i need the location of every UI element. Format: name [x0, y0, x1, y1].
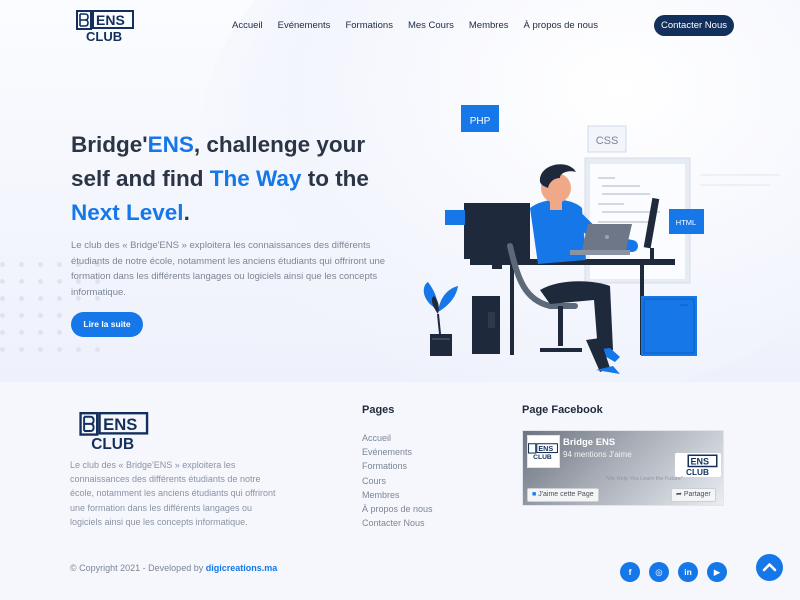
- footer-page-link[interactable]: Evénements: [362, 445, 433, 459]
- dot: [57, 330, 62, 335]
- logo-mark-icon: ENS CLUB: [528, 443, 558, 461]
- footer-page-link[interactable]: Membres: [362, 488, 433, 502]
- dot: [0, 347, 5, 352]
- contact-button[interactable]: Contacter Nous: [654, 15, 734, 36]
- dot: [57, 296, 62, 301]
- footer-description: Le club des « Bridge'ENS » exploitera le…: [70, 460, 276, 527]
- developer-illustration: PHP CSS HTML: [423, 105, 780, 374]
- svg-text:CLUB: CLUB: [91, 436, 134, 450]
- facebook-icon[interactable]: f: [620, 562, 640, 582]
- dot: [57, 347, 62, 352]
- dot: [38, 279, 43, 284]
- dot: [0, 296, 5, 301]
- dot: [0, 330, 5, 335]
- facebook-page-widget[interactable]: ENS CLUB Bridge ENS 94 mentions J'aime E…: [522, 430, 724, 506]
- footer-page-link[interactable]: Accueil: [362, 431, 433, 445]
- svg-text:ENS: ENS: [538, 444, 553, 453]
- share-button-label: Partager: [683, 491, 711, 498]
- footer-page-link[interactable]: Cours: [362, 474, 433, 488]
- footer-logo[interactable]: ENS CLUB: [78, 412, 152, 453]
- svg-text:PHP: PHP: [470, 116, 491, 127]
- copyright-text: © Copyright 2021 - Developed by digicrea…: [70, 563, 278, 573]
- scroll-to-top-button[interactable]: [756, 554, 783, 581]
- dot: [38, 296, 43, 301]
- chevron-up-icon: [762, 563, 777, 572]
- pages-heading: Pages: [362, 404, 395, 416]
- svg-text:ENS: ENS: [103, 415, 137, 434]
- svg-text:CSS: CSS: [596, 135, 619, 147]
- footer-pages-list: Accueil Evénements Formations Cours Membres À…: [362, 431, 433, 530]
- nav-item-3[interactable]: Mes Cours: [408, 20, 454, 31]
- dot: [0, 279, 5, 284]
- dot: [19, 296, 24, 301]
- facebook-icon: ■: [532, 491, 537, 498]
- logo-mark-icon: ENS CLUB: [79, 412, 149, 453]
- dot: [38, 330, 43, 335]
- nav-item-0[interactable]: Accueil: [232, 20, 263, 31]
- dot: [19, 330, 24, 335]
- facebook-cover-logo: ENS CLUB: [675, 453, 721, 477]
- dot: [19, 262, 24, 267]
- dot: [0, 262, 5, 267]
- svg-text:CLUB: CLUB: [533, 454, 552, 461]
- facebook-page-name[interactable]: Bridge ENS: [563, 437, 615, 448]
- social-links: f ◎ in ▶: [620, 562, 727, 582]
- youtube-icon[interactable]: ▶: [707, 562, 727, 582]
- dot: [19, 347, 24, 352]
- logo-mark-icon: ENS CLUB: [686, 454, 718, 477]
- developer-link[interactable]: digicreations.ma: [206, 563, 278, 573]
- hero-description: Le club des « Bridge'ENS » exploitera le…: [71, 240, 386, 298]
- nav-item-2[interactable]: Formations: [345, 20, 393, 31]
- dot: [38, 313, 43, 318]
- footer-page-link[interactable]: Contacter Nous: [362, 516, 433, 530]
- linkedin-icon[interactable]: in: [678, 562, 698, 582]
- hero-illustration: PHP CSS HTML: [410, 100, 790, 380]
- share-icon: ➦: [676, 491, 682, 498]
- facebook-like-button[interactable]: ■ J'aime cette Page: [527, 488, 599, 502]
- svg-text:HTML: HTML: [676, 218, 696, 227]
- like-button-label: J'aime cette Page: [538, 491, 594, 498]
- dot: [76, 347, 81, 352]
- facebook-heading: Page Facebook: [522, 404, 603, 416]
- facebook-tagline: "We Help You Learn the Future": [605, 476, 683, 482]
- read-more-button[interactable]: Lire la suite: [71, 312, 143, 337]
- dot: [57, 262, 62, 267]
- footer-page-link[interactable]: Formations: [362, 459, 433, 473]
- facebook-page-avatar: ENS CLUB: [527, 435, 560, 468]
- dot: [57, 313, 62, 318]
- site-logo[interactable]: ENS CLUB: [76, 10, 136, 44]
- dot: [38, 347, 43, 352]
- instagram-icon[interactable]: ◎: [649, 562, 669, 582]
- dot: [95, 347, 100, 352]
- facebook-likes-count: 94 mentions J'aime: [563, 450, 632, 459]
- footer-page-link[interactable]: À propos de nous: [362, 502, 433, 516]
- svg-text:ENS: ENS: [96, 12, 125, 28]
- dot: [38, 262, 43, 267]
- main-nav: Accueil Evénements Formations Mes Cours Memb…: [232, 20, 598, 31]
- dot: [19, 313, 24, 318]
- hero-headline: Bridge'ENS, challenge your self and find…: [71, 132, 369, 225]
- svg-text:CLUB: CLUB: [686, 468, 709, 477]
- dot: [57, 279, 62, 284]
- nav-item-5[interactable]: À propos de nous: [523, 20, 597, 31]
- svg-text:CLUB: CLUB: [86, 29, 122, 42]
- facebook-share-button[interactable]: ➦ Partager: [671, 488, 716, 502]
- nav-item-4[interactable]: Membres: [469, 20, 509, 31]
- dot: [19, 279, 24, 284]
- nav-item-1[interactable]: Evénements: [278, 20, 331, 31]
- svg-text:ENS: ENS: [691, 456, 710, 466]
- dot: [0, 313, 5, 318]
- logo-mark-icon: ENS CLUB: [76, 10, 134, 44]
